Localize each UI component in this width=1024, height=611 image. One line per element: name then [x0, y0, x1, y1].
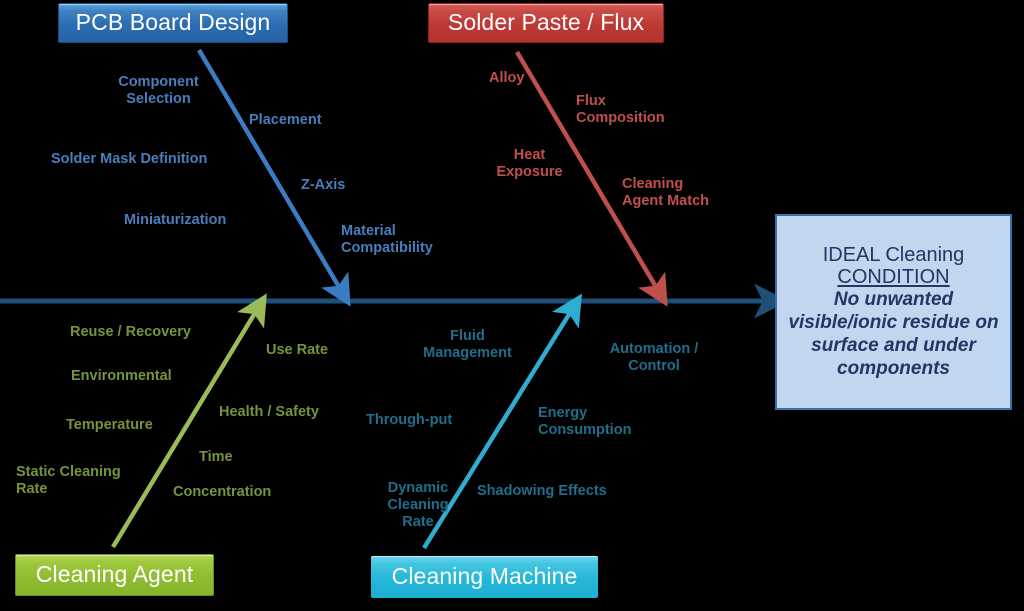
cause-z-axis: Z-Axis — [301, 177, 346, 193]
cause-health-safety: Health / Safety — [219, 404, 319, 420]
category-box-solder-paste-flux[interactable]: Solder Paste / Flux — [428, 3, 664, 43]
cause-material-compatibility: Material Compatibility — [341, 223, 433, 257]
effect-title-line1: IDEAL Cleaning — [822, 243, 965, 266]
category-label-cleaning-machine: Cleaning Machine — [391, 562, 578, 589]
cause-time: Time — [199, 449, 233, 465]
cause-shadowing-effects: Shadowing Effects — [477, 483, 607, 499]
category-label-solder-paste-flux: Solder Paste / Flux — [447, 8, 645, 35]
effect-body-text: No unwanted visible/ionic residue on sur… — [788, 289, 999, 379]
cause-alloy: Alloy — [489, 70, 525, 86]
cause-heat-exposure: Heat Exposure — [496, 147, 563, 181]
cause-flux-composition: Flux Composition — [576, 93, 665, 127]
cause-use-rate: Use Rate — [266, 342, 329, 358]
cause-static-cleaning-rate: Static Cleaning Rate — [16, 464, 121, 498]
cause-solder-mask-definition: Solder Mask Definition — [51, 151, 208, 167]
branch-arrow-pcb-board-design — [197, 48, 351, 307]
cause-dynamic-cleaning-rate: Dynamic Cleaning Rate — [387, 480, 449, 531]
cause-concentration: Concentration — [173, 484, 272, 500]
cause-energy-consumption: Energy Consumption — [538, 405, 632, 439]
cause-cleaning-agent-match: Cleaning Agent Match — [622, 176, 709, 210]
effect-title-line2: CONDITION — [837, 265, 950, 288]
cause-temperature: Temperature — [66, 417, 153, 433]
cause-automation-control: Automation / Control — [609, 341, 699, 375]
cause-through-put: Through-put — [366, 412, 453, 428]
cause-component-selection: Component Selection — [118, 74, 199, 108]
category-label-cleaning-agent: Cleaning Agent — [35, 560, 194, 587]
cause-miniaturization: Miniaturization — [124, 212, 227, 228]
cause-environmental: Environmental — [71, 368, 172, 384]
cause-reuse-recovery: Reuse / Recovery — [70, 324, 191, 340]
category-box-pcb-board-design[interactable]: PCB Board Design — [58, 3, 288, 43]
cause-placement: Placement — [249, 112, 322, 128]
category-box-cleaning-machine[interactable]: Cleaning Machine — [371, 556, 598, 598]
category-label-pcb-board-design: PCB Board Design — [75, 8, 271, 35]
category-box-cleaning-agent[interactable]: Cleaning Agent — [15, 554, 214, 596]
cause-fluid-management: Fluid Management — [423, 328, 512, 362]
effect-box-ideal-cleaning-condition[interactable]: IDEAL Cleaning CONDITION No unwanted vis… — [775, 214, 1012, 410]
fishbone-diagram: PCB Board Design Solder Paste / Flux Cle… — [0, 0, 1024, 611]
